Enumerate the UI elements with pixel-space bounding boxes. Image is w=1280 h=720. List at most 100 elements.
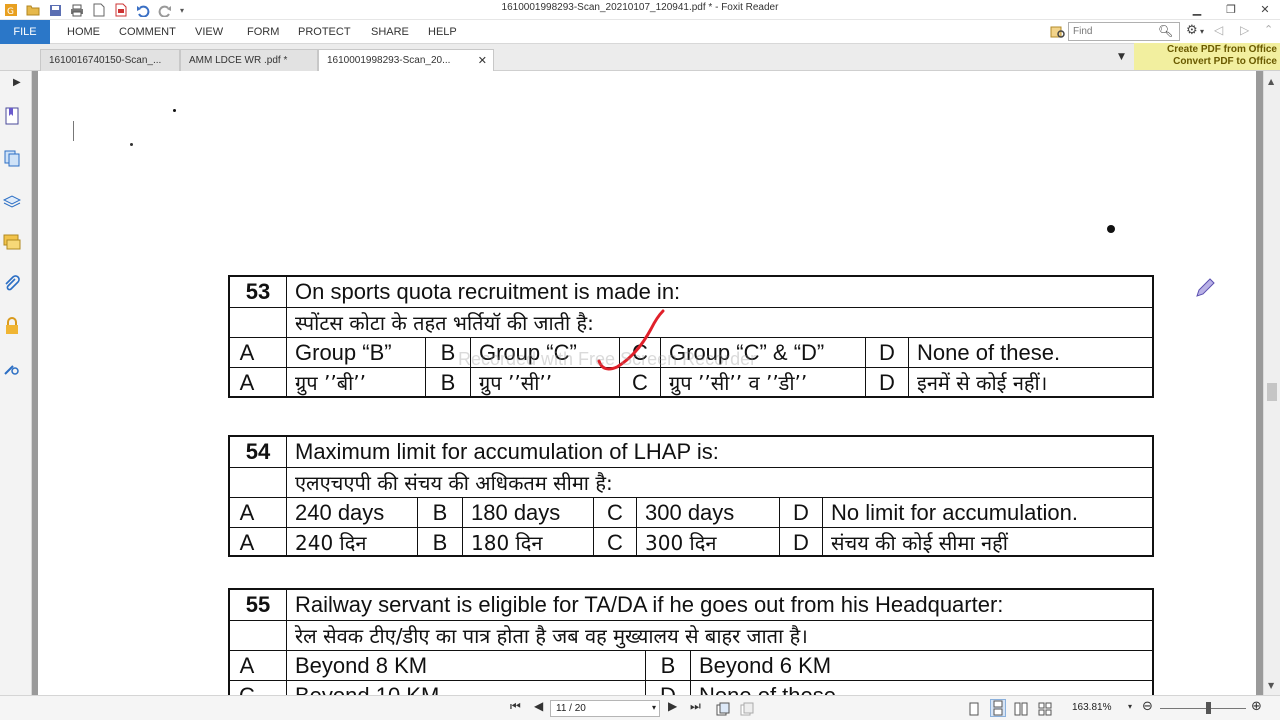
menu-comment[interactable]: COMMENT [119,20,176,44]
option-letter: D [660,682,676,696]
continuous-facing-icon[interactable] [1038,701,1052,720]
menu-view[interactable]: VIEW [195,20,223,44]
options-row-en-2: C Beyond 10 KM D None of these [230,680,1152,695]
page-indicator: 11 / 20 [556,703,586,714]
zoom-slider-track[interactable] [1160,708,1246,709]
scan-mark [73,121,74,141]
question-text-hi: एलएचएपी की संचय की अधिकतम सीमा है: [295,471,613,495]
first-page-icon[interactable]: ⏮ [510,699,521,714]
next-result-icon[interactable]: ▷ [1240,23,1249,37]
expand-panel-icon[interactable]: ▶ [13,77,21,88]
layers-icon[interactable] [2,191,22,209]
option-text: Beyond 6 KM [699,652,832,678]
tab-document-3[interactable]: 1610001998293-Scan_20... ✕ [318,49,494,71]
ribbon-menu: FILE HOME COMMENT VIEW FORM PROTECT SHAR… [0,20,1280,44]
tab-label: 1610001998293-Scan_20... [327,55,451,66]
menu-form[interactable]: FORM [247,20,279,44]
tab-label: 1610016740150-Scan_... [49,55,162,66]
scrollbar-thumb[interactable] [1267,383,1277,401]
option-text: इनमें से कोई नहीं। [917,371,1048,395]
option-letter: A [239,652,255,678]
status-bar: ⏮ ◀ 11 / 20 ▾ ▶ ⏭ 163.81% ▾ ⊖ ⊕ [0,695,1280,720]
minimize-icon[interactable]: ▁ [1180,0,1214,18]
tab-document-2[interactable]: AMM LDCE WR .pdf * [180,49,318,71]
option-text: No limit for accumulation. [831,499,1078,525]
option-letter: A [239,339,255,365]
option-letter: C [607,499,623,525]
promo-line-1: Create PDF from Office [1166,44,1277,55]
continuous-view-icon[interactable] [990,699,1006,717]
lock-icon[interactable] [3,317,21,335]
file-menu-tab[interactable]: FILE [0,20,50,44]
previous-view-icon[interactable] [716,701,730,720]
chevron-down-icon[interactable]: ▾ [652,703,656,712]
bookmark-icon[interactable] [3,107,21,125]
question-text-en: Railway servant is eligible for TA/DA if… [295,592,1004,617]
question-text-en: Maximum limit for accumulation of LHAP i… [295,439,719,464]
page-number-field[interactable]: 11 / 20 ▾ [550,700,660,717]
last-page-icon[interactable]: ⏭ [690,699,701,714]
option-text: 180 दिन [471,531,543,555]
zoom-out-icon[interactable]: ⊖ [1142,699,1153,714]
ribbon-collapse-icon[interactable]: ⌃ [1264,23,1273,36]
pdf-page: 53 On sports quota recruitment is made i… [38,71,1256,695]
facing-view-icon[interactable] [1014,701,1028,720]
option-text: 300 days [645,499,735,525]
scan-speck [130,143,133,146]
question-row-hi: एलएचएपी की संचय की अधिकतम सीमा है: [230,467,1152,497]
scroll-down-icon[interactable]: ▼ [1268,681,1274,690]
vertical-scrollbar[interactable]: ▲ ▼ [1263,71,1280,695]
zoom-level[interactable]: 163.81% [1072,702,1111,713]
option-text: संचय की कोई सीमा नहीं [831,531,1008,555]
restore-icon[interactable]: ❐ [1214,0,1248,18]
option-text: ग्रुप ’’सी’’ व ’’डी’’ [669,371,808,395]
close-tab-icon[interactable]: ✕ [478,54,487,67]
pencil-icon[interactable] [1194,277,1216,303]
attachment-icon[interactable] [3,275,21,293]
zoom-slider-thumb[interactable] [1206,702,1211,714]
next-view-icon[interactable] [740,701,754,720]
gear-icon[interactable]: ⚙ [1186,23,1198,38]
option-text: 300 दिन [645,531,717,555]
zoom-dropdown-icon[interactable]: ▾ [1128,702,1132,711]
menu-home[interactable]: HOME [67,20,100,44]
option-text: 240 days [295,499,385,525]
question-row-hi: रेल सेवक टीए/डीए का पात्र होता है जब वह … [230,620,1152,650]
menu-protect[interactable]: PROTECT [298,20,351,44]
search-icon[interactable]: 🔍︎ [1158,24,1173,38]
option-text: ग्रुप ’’बी’’ [295,371,367,395]
signature-search-icon[interactable] [3,359,21,377]
create-pdf-promo-banner[interactable]: Create PDF from Office Convert PDF to Of… [1134,43,1280,70]
option-letter: D [793,499,809,525]
tab-document-1[interactable]: 1610016740150-Scan_... [40,49,180,71]
next-page-icon[interactable]: ▶ [668,699,677,713]
scroll-up-icon[interactable]: ▲ [1268,77,1274,86]
question-number: 53 [245,279,271,304]
document-viewport[interactable]: 53 On sports quota recruitment is made i… [32,71,1263,695]
single-page-view-icon[interactable] [968,701,980,720]
close-icon[interactable]: ✕ [1248,0,1280,18]
option-letter: B [432,529,448,555]
chevron-down-icon[interactable]: ▾ [1200,27,1204,36]
promo-line-2: Convert PDF to Office [1173,56,1277,67]
option-letter: B [660,652,676,678]
comments-icon[interactable] [3,233,21,251]
question-text-en: On sports quota recruitment is made in: [295,279,681,304]
find-options-icon[interactable] [1050,24,1066,44]
navigation-panel: ▶ [0,71,32,695]
zoom-in-icon[interactable]: ⊕ [1251,699,1262,714]
previous-page-icon[interactable]: ◀ [534,699,543,713]
menu-help[interactable]: HELP [428,20,457,44]
option-letter: C [607,529,623,555]
title-bar: G ▾ 1610001998293-Scan_20210107_120941.p… [0,0,1280,20]
recorder-watermark: Recorded with Free Screen Recorder [458,349,757,369]
pages-thumbnail-icon[interactable] [3,149,21,167]
question-row-en: 55 Railway servant is eligible for TA/DA… [230,590,1152,620]
options-row-en: A 240 days B 180 days C 300 days D No li… [230,497,1152,527]
previous-result-icon[interactable]: ◁ [1214,23,1223,37]
option-letter: A [239,529,255,555]
option-letter: B [432,499,448,525]
menu-share[interactable]: SHARE [371,20,409,44]
tab-list-dropdown-icon[interactable]: ▼ [1118,52,1125,62]
question-row-en: 54 Maximum limit for accumulation of LHA… [230,437,1152,467]
